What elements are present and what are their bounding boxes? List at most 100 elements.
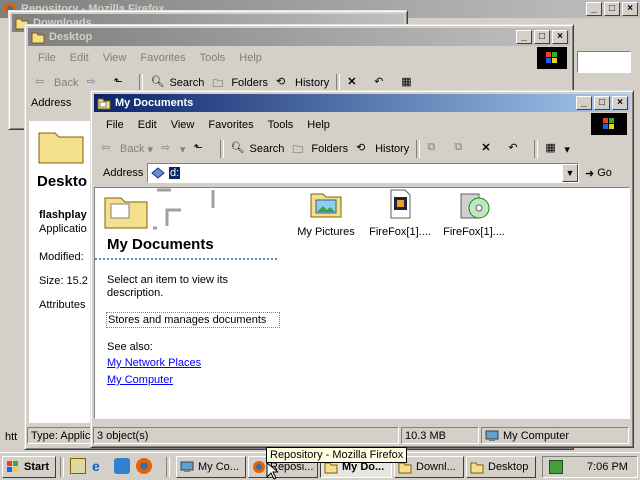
panel-divider [95,258,279,260]
desktop-address-label: Address [31,97,72,109]
move-to-button[interactable]: ⧉ [423,139,450,159]
back-button[interactable]: ⇦ Back [31,73,82,93]
status-zone: My Computer [481,427,629,444]
tooltip-text: Repository - Mozilla Firefox [270,449,404,461]
maximize-button[interactable]: □ [534,30,550,44]
address-value[interactable]: d: [169,167,181,179]
back-arrow-icon: ⇦ [101,142,111,154]
mouse-cursor-icon [266,462,278,480]
tray-network-icon[interactable] [549,460,563,474]
menu-favorites[interactable]: Favorites [201,119,260,131]
menu-file[interactable]: File [31,52,63,64]
system-tray: 7:06 PM [542,456,638,478]
maximize-button[interactable]: □ [594,96,610,110]
menu-edit[interactable]: Edit [131,119,164,131]
copy-to-icon: ⧉ [454,141,463,153]
menu-file[interactable]: File [99,119,131,131]
file-item-my-pictures[interactable]: My Pictures [291,188,361,238]
my-documents-title: My Documents [115,97,194,109]
menu-edit[interactable]: Edit [63,52,96,64]
start-label: Start [24,461,50,473]
firefox-icon [253,461,265,473]
folders-button[interactable]: 🗀 Folders [288,139,352,159]
outlook-express-icon[interactable] [114,458,130,474]
selected-file-size: Size: 15.2 [39,275,88,287]
address-dropdown-button[interactable]: ▼ [562,164,578,182]
maximize-button[interactable]: □ [604,2,620,16]
history-button[interactable]: ⟲ History [352,139,413,159]
menu-view[interactable]: View [164,119,202,131]
forward-button[interactable]: ⇨ ▾ [157,139,190,159]
up-folder-icon: ⬑ [113,76,123,88]
computer-icon [180,461,194,472]
taskbar-desktop[interactable]: Desktop [466,456,536,478]
my-documents-window: My Documents _ □ × File Edit View Favori… [90,90,634,448]
firefox-search-field[interactable] [577,51,631,73]
folder-icon [97,98,111,110]
toolbar: ⇦ Back ▾ ⇨ ▾ ⬑ 🔍︎ Search 🗀 Folders ⟲ History ⧉… [97,137,574,161]
history-icon: ⟲ [356,142,366,154]
link-my-network-places[interactable]: My Network Places [107,357,201,369]
desktop-panel-heading: Deskto [37,173,88,190]
menu-view[interactable]: View [96,52,134,64]
link-my-computer[interactable]: My Computer [107,374,173,386]
media-file-icon [390,189,411,219]
menu-help[interactable]: Help [232,52,269,64]
go-button[interactable]: ➜ Go [585,163,612,183]
file-item-firefox-media[interactable]: FireFox[1].... [365,188,435,238]
minimize-button[interactable]: _ [586,2,602,16]
back-button[interactable]: ⇦ Back ▾ [97,139,157,159]
desktop-status-type: Type: Applic [27,427,91,444]
minimize-button[interactable]: _ [576,96,592,110]
views-button[interactable]: ▦ ▾ [541,139,574,159]
my-documents-titlebar[interactable]: My Documents _ □ × [94,94,630,112]
undo-icon: ↶ [374,76,384,88]
address-bar[interactable]: d: ▼ [147,163,579,183]
task-label: Desktop [488,461,529,473]
forward-arrow-icon: ⇨ [161,142,171,154]
show-desktop-icon[interactable] [70,458,86,474]
windows-flag-icon [7,461,18,472]
file-label: FireFox[1].... [369,226,431,238]
menu-tools[interactable]: Tools [261,119,301,131]
menu-tools[interactable]: Tools [193,52,233,64]
desktop-title: Desktop [49,31,93,43]
taskbar-tooltip: Repository - Mozilla Firefox [266,447,408,463]
folder-pictures-icon [310,193,342,218]
content-area: My Documents Select an item to view its … [94,187,630,419]
selected-file-name: flashplay [39,209,87,221]
task-label: My Co... [198,461,239,473]
clock[interactable]: 7:06 PM [587,461,628,473]
drive-icon [151,167,165,179]
selected-file-attributes: Attributes [39,299,86,311]
start-button[interactable]: Start [2,456,56,478]
up-button[interactable]: ⬑ [190,139,217,159]
delete-button[interactable]: ✕ [477,139,504,159]
undo-button[interactable]: ↶ [504,139,531,159]
close-button[interactable]: × [622,2,638,16]
file-item-firefox-installer[interactable]: FireFox[1].... [439,188,509,238]
selected-file-type: Applicatio [39,223,87,235]
copy-to-button[interactable]: ⧉ [450,139,477,159]
views-icon: ▦ [401,76,412,88]
delete-x-icon: ✕ [481,142,491,154]
menu-help[interactable]: Help [300,119,337,131]
windows-logo [537,47,567,69]
history-icon: ⟲ [276,76,286,88]
menubar: File Edit View Favorites Tools Help [99,115,337,135]
menu-favorites[interactable]: Favorites [133,52,192,64]
selected-file-modified: Modified: [39,251,84,263]
firefox-launch-icon[interactable] [136,458,152,474]
go-arrow-icon: ➜ [585,167,595,180]
views-icon: ▦ [545,142,556,154]
delete-x-icon: ✕ [347,76,357,88]
taskbar-my-computer[interactable]: My Co... [176,456,246,478]
minimize-button[interactable]: _ [516,30,532,44]
close-button[interactable]: × [552,30,568,44]
search-button[interactable]: 🔍︎ Search [227,139,289,159]
status-zone-label: My Computer [503,429,570,442]
close-button[interactable]: × [612,96,628,110]
panel-see-also: See also: [107,341,153,353]
internet-explorer-icon[interactable]: e [92,458,108,474]
desktop-titlebar[interactable]: Desktop _ □ × [28,28,570,46]
